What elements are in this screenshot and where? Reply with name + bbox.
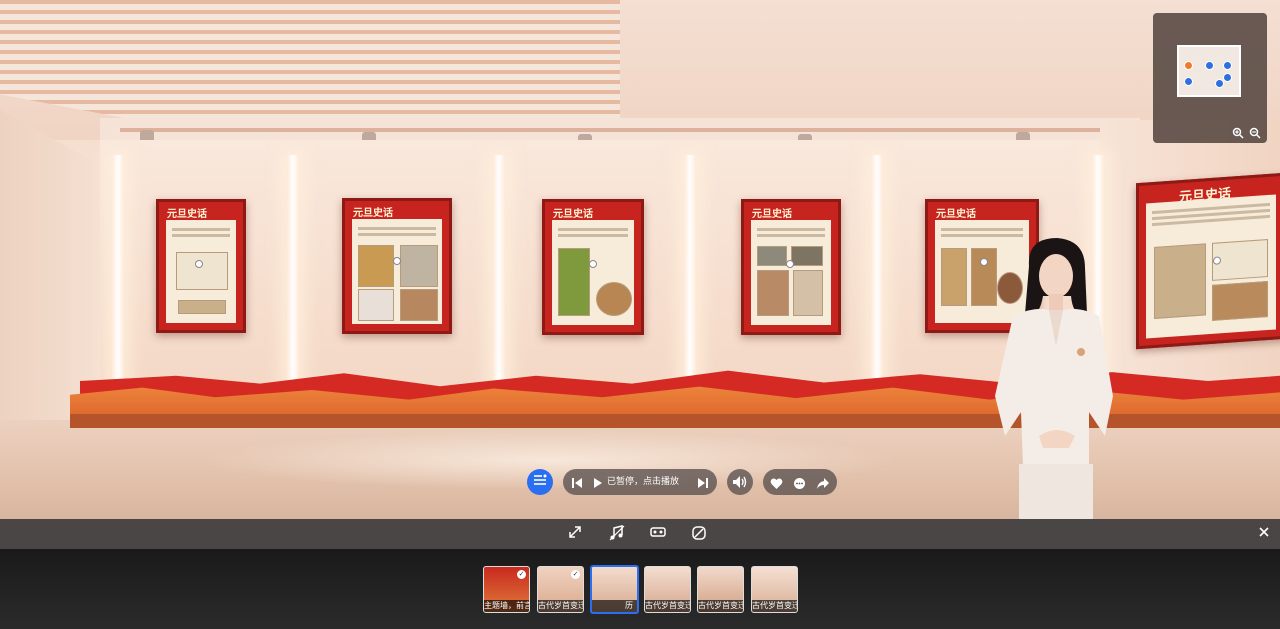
exhibit-poster-1[interactable]: 元旦史话 <box>156 199 246 333</box>
background-music-button[interactable] <box>608 525 626 543</box>
minimap-current-location[interactable] <box>1184 61 1193 70</box>
scene-label: 历 <box>592 600 637 612</box>
music-icon <box>609 525 625 541</box>
scene-label: 古代岁首变迁 <box>752 600 797 612</box>
vr-icon <box>650 527 666 537</box>
light-pillar <box>871 155 883 391</box>
light-pillar <box>112 155 124 391</box>
exhibit-poster-6[interactable]: 元旦史话 <box>1136 172 1280 350</box>
play-icon <box>594 478 602 488</box>
scene-label: 古代岁首变迁 <box>645 600 690 612</box>
scene-thumbnail-strip <box>0 549 1280 629</box>
virtual-guide-avatar[interactable] <box>985 236 1125 520</box>
scene-thumbnail-active[interactable]: 历 <box>590 565 639 614</box>
play-button[interactable] <box>593 475 603 494</box>
skip-previous-button[interactable] <box>571 475 583 494</box>
floor-plan-map[interactable] <box>1177 45 1241 97</box>
check-icon: ✓ <box>571 570 580 579</box>
zoom-in-icon[interactable] <box>1231 127 1245 141</box>
playlist-button[interactable] <box>527 469 553 495</box>
fullscreen-icon <box>569 526 581 538</box>
poster-title: 元旦史话 <box>167 209 207 220</box>
scene-thumbnail[interactable]: 古代岁首变迁 <box>751 566 798 613</box>
volume-button[interactable] <box>727 469 753 495</box>
light-pillar <box>287 155 299 391</box>
hotspot-marker[interactable] <box>589 260 597 268</box>
heart-icon <box>770 478 783 489</box>
gyroscope-button[interactable] <box>690 525 708 543</box>
share-icon <box>817 478 829 489</box>
share-button[interactable] <box>816 475 830 494</box>
poster-title: 元旦史话 <box>936 209 976 220</box>
playlist-icon <box>534 474 547 485</box>
bottom-toolbar <box>0 519 1280 549</box>
minimap-scene-dot[interactable] <box>1205 61 1214 70</box>
social-actions-pill <box>763 469 837 495</box>
skip-previous-icon <box>572 478 582 488</box>
playback-status[interactable]: 已暂停，点击播放 <box>607 475 679 489</box>
scene-label: 古代岁首变迁 <box>698 600 743 612</box>
minimap-scene-dot[interactable] <box>1223 73 1232 82</box>
panorama-viewport[interactable]: 元旦史话 元旦史话 元旦史话 元旦史话 元旦史话 元旦史话 已暂停，点击播放 <box>0 0 1280 520</box>
scene-thumbnail[interactable]: ✓ 主题墙，前言 <box>483 566 530 613</box>
comment-button[interactable] <box>793 475 806 494</box>
scene-thumbnail[interactable]: ✓ 古代岁首变迁 <box>537 566 584 613</box>
gyroscope-icon <box>692 526 706 540</box>
poster-title: 元旦史话 <box>353 208 393 219</box>
skip-next-icon <box>698 478 708 488</box>
hotspot-marker[interactable] <box>195 260 203 268</box>
zoom-out-icon[interactable] <box>1248 127 1262 141</box>
exhibit-poster-2[interactable]: 元旦史话 <box>342 198 452 334</box>
minimap-scene-dot[interactable] <box>1223 61 1232 70</box>
vr-mode-button[interactable] <box>649 525 667 543</box>
poster-title: 元旦史话 <box>752 209 792 220</box>
light-pillar <box>493 155 505 391</box>
minimap-scene-dot[interactable] <box>1215 79 1224 88</box>
minimap-panel <box>1153 13 1267 143</box>
scene-thumbnail[interactable]: 古代岁首变迁 <box>644 566 691 613</box>
like-button[interactable] <box>770 475 783 494</box>
scene-label: 古代岁首变迁 <box>538 600 583 612</box>
exhibit-poster-4[interactable]: 元旦史话 <box>741 199 841 335</box>
light-rail <box>120 128 1140 132</box>
hotspot-marker[interactable] <box>393 257 401 265</box>
check-icon: ✓ <box>517 570 526 579</box>
audio-player-pill: 已暂停，点击播放 <box>563 469 717 495</box>
light-pillar <box>684 155 696 391</box>
exhibit-poster-3[interactable]: 元旦史话 <box>542 199 644 335</box>
poster-title: 元旦史话 <box>553 209 593 220</box>
fullscreen-button[interactable] <box>566 525 584 543</box>
scene-thumbnail[interactable]: 古代岁首变迁 <box>697 566 744 613</box>
close-button[interactable] <box>1255 525 1273 543</box>
skip-next-button[interactable] <box>697 475 709 494</box>
comment-icon <box>794 478 805 489</box>
volume-icon <box>733 476 747 488</box>
minimap-scene-dot[interactable] <box>1184 77 1193 86</box>
close-icon <box>1259 527 1269 537</box>
ceiling-slats <box>0 0 620 118</box>
scene-label: 主题墙，前言 <box>484 600 529 612</box>
hotspot-marker[interactable] <box>786 260 794 268</box>
